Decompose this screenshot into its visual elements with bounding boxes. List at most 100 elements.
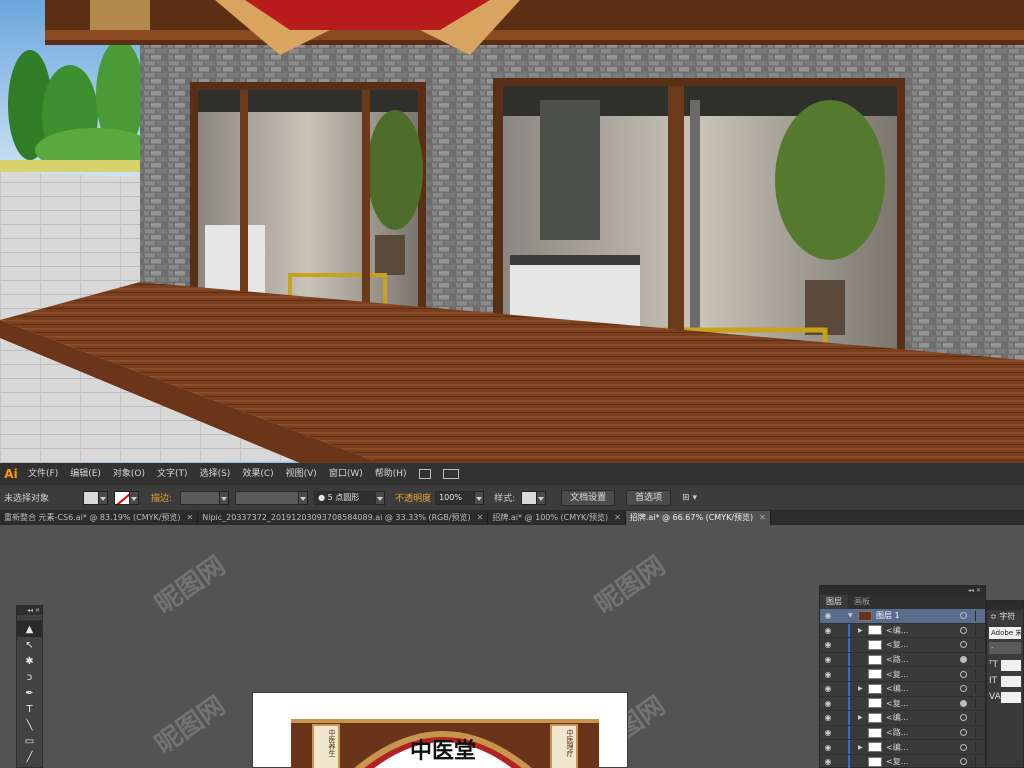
expand-arrow-icon[interactable]: ▶ — [858, 685, 868, 692]
font-size-field[interactable] — [1001, 659, 1021, 671]
selection-indicator[interactable] — [975, 654, 985, 665]
variable-width-profile[interactable] — [235, 490, 300, 505]
menu-effect[interactable]: 效果(C) — [236, 463, 279, 485]
menu-object[interactable]: 对象(O) — [107, 463, 151, 485]
panel-collapse-icon[interactable]: ◂◂ ✕ — [17, 606, 42, 615]
font-style-field[interactable]: - — [989, 642, 1021, 654]
selection-indicator[interactable] — [975, 639, 985, 650]
panel-grip[interactable] — [987, 601, 1023, 610]
direct-selection-tool-icon[interactable]: ↖ — [17, 637, 42, 653]
selection-tool-icon[interactable]: ▲ — [17, 621, 42, 637]
selection-indicator[interactable] — [975, 742, 985, 753]
doc-tab-3[interactable]: 招牌.ai* @ 100% (CMYK/预览) ✕ — [488, 511, 626, 525]
menu-view[interactable]: 视图(V) — [280, 463, 323, 485]
tab-layers[interactable]: 图层 — [820, 595, 848, 609]
fill-dropdown[interactable] — [99, 490, 109, 505]
selection-indicator[interactable] — [975, 610, 985, 621]
document-setup-button[interactable]: 文档设置 — [561, 489, 616, 506]
expand-arrow-icon[interactable]: ▶ — [858, 627, 868, 634]
align-options-icon[interactable]: ⊞ ▾ — [678, 493, 701, 503]
fill-swatch[interactable] — [83, 490, 100, 505]
target-circle-icon[interactable] — [960, 612, 967, 620]
visibility-eye-icon[interactable]: ◉ — [820, 743, 836, 752]
rectangle-tool-icon[interactable]: ▭ — [17, 733, 42, 749]
sublayer-row[interactable]: ◉ <复... — [820, 696, 985, 712]
sublayer-row[interactable]: ◉ ▶ <编... — [820, 711, 985, 726]
close-icon[interactable]: ✕ — [759, 511, 766, 525]
visibility-eye-icon[interactable]: ◉ — [820, 640, 836, 649]
target-circle-icon[interactable] — [960, 641, 967, 649]
artboard[interactable]: 中医堂 中医养生 中医理疗 — [252, 692, 628, 768]
sublayer-row[interactable]: ◉ ▶ <编... — [820, 740, 985, 755]
vertical-scale-field[interactable] — [1001, 675, 1021, 687]
target-circle-icon[interactable] — [960, 758, 967, 766]
stroke-swatch[interactable] — [114, 490, 131, 505]
visibility-eye-icon[interactable]: ◉ — [820, 728, 836, 737]
selection-indicator[interactable] — [975, 712, 985, 723]
selection-indicator[interactable] — [975, 727, 985, 738]
visibility-eye-icon[interactable]: ◉ — [820, 699, 836, 708]
visibility-eye-icon[interactable]: ◉ — [820, 757, 836, 766]
selection-indicator[interactable] — [975, 683, 985, 694]
selection-indicator[interactable] — [975, 625, 985, 636]
profile-dropdown[interactable] — [299, 490, 309, 505]
menu-type[interactable]: 文字(T) — [151, 463, 194, 485]
visibility-eye-icon[interactable]: ◉ — [820, 684, 836, 693]
visibility-eye-icon[interactable]: ◉ — [820, 626, 836, 635]
stroke-label[interactable]: 描边: — [147, 491, 176, 504]
selection-indicator[interactable] — [975, 669, 985, 680]
target-circle-icon[interactable] — [960, 743, 967, 751]
opacity-field[interactable]: 100% — [435, 490, 476, 505]
doc-tab-1[interactable]: 重新整合 元素-CS6.ai* @ 83.19% (CMYK/预览) ✕ — [0, 511, 199, 525]
target-circle-icon[interactable] — [960, 670, 967, 678]
brush-definition[interactable]: ● 5 点圆形 — [314, 490, 377, 505]
expand-arrow-icon[interactable]: ▶ — [858, 744, 868, 751]
visibility-eye-icon[interactable]: ◉ — [820, 670, 836, 679]
target-circle-icon[interactable] — [960, 656, 967, 664]
menu-select[interactable]: 选择(S) — [194, 463, 237, 485]
line-tool-icon[interactable]: ╲ — [17, 717, 42, 733]
menu-edit[interactable]: 编辑(E) — [64, 463, 107, 485]
sublayer-row[interactable]: ◉ <路... — [820, 652, 985, 668]
tracking-field[interactable] — [1001, 691, 1021, 703]
expand-arrow-icon[interactable]: ▼ — [848, 612, 858, 619]
target-circle-icon[interactable] — [960, 685, 967, 693]
type-tool-icon[interactable]: T — [17, 701, 42, 717]
selection-indicator[interactable] — [975, 756, 985, 767]
preferences-button[interactable]: 首选项 — [626, 489, 672, 506]
target-circle-icon[interactable] — [960, 729, 967, 737]
sublayer-row[interactable]: ◉ <复... — [820, 667, 985, 682]
expand-arrow-icon[interactable]: ▶ — [858, 714, 868, 721]
close-icon[interactable]: ✕ — [477, 511, 484, 525]
sublayer-row[interactable]: ◉ <复... — [820, 754, 985, 768]
sublayer-row[interactable]: ◉ ▶ <编... — [820, 623, 985, 639]
sublayer-row[interactable]: ◉ <复... — [820, 638, 985, 653]
doc-tab-4-active[interactable]: 招牌.ai* @ 66.67% (CMYK/预览) ✕ — [625, 511, 771, 525]
character-panel-title[interactable]: ≎ 字符 — [987, 610, 1023, 624]
layer-row-main[interactable]: ◉ ▼ 图层 1 — [820, 609, 985, 624]
visibility-eye-icon[interactable]: ◉ — [820, 611, 836, 620]
menu-help[interactable]: 帮助(H) — [369, 463, 413, 485]
visibility-eye-icon[interactable]: ◉ — [820, 713, 836, 722]
bridge-icon[interactable] — [418, 469, 431, 479]
opacity-dropdown[interactable] — [475, 490, 485, 505]
close-icon[interactable]: ✕ — [614, 511, 621, 525]
brush-dropdown[interactable] — [376, 490, 386, 505]
selection-indicator[interactable] — [975, 698, 985, 709]
lasso-tool-icon[interactable]: ↄ — [17, 669, 42, 685]
doc-tab-2[interactable]: Nipic_20337372_20191203093708584089.ai @… — [198, 511, 489, 525]
target-circle-icon[interactable] — [960, 714, 967, 722]
target-circle-icon[interactable] — [960, 699, 967, 707]
magic-wand-tool-icon[interactable]: ✱ — [17, 653, 42, 669]
stroke-dropdown[interactable] — [130, 490, 140, 505]
font-family-field[interactable]: Adobe 宋 — [989, 627, 1021, 639]
sublayer-row[interactable]: ◉ <路... — [820, 725, 985, 741]
sublayer-row[interactable]: ◉ ▶ <编... — [820, 681, 985, 697]
close-icon[interactable]: ✕ — [187, 511, 194, 525]
graphic-style-swatch[interactable] — [521, 490, 538, 505]
menu-file[interactable]: 文件(F) — [22, 463, 64, 485]
opacity-label[interactable]: 不透明度 — [391, 491, 435, 504]
stroke-weight-field[interactable] — [180, 490, 221, 505]
target-circle-icon[interactable] — [960, 626, 967, 634]
arrange-documents-icon[interactable] — [442, 469, 459, 479]
